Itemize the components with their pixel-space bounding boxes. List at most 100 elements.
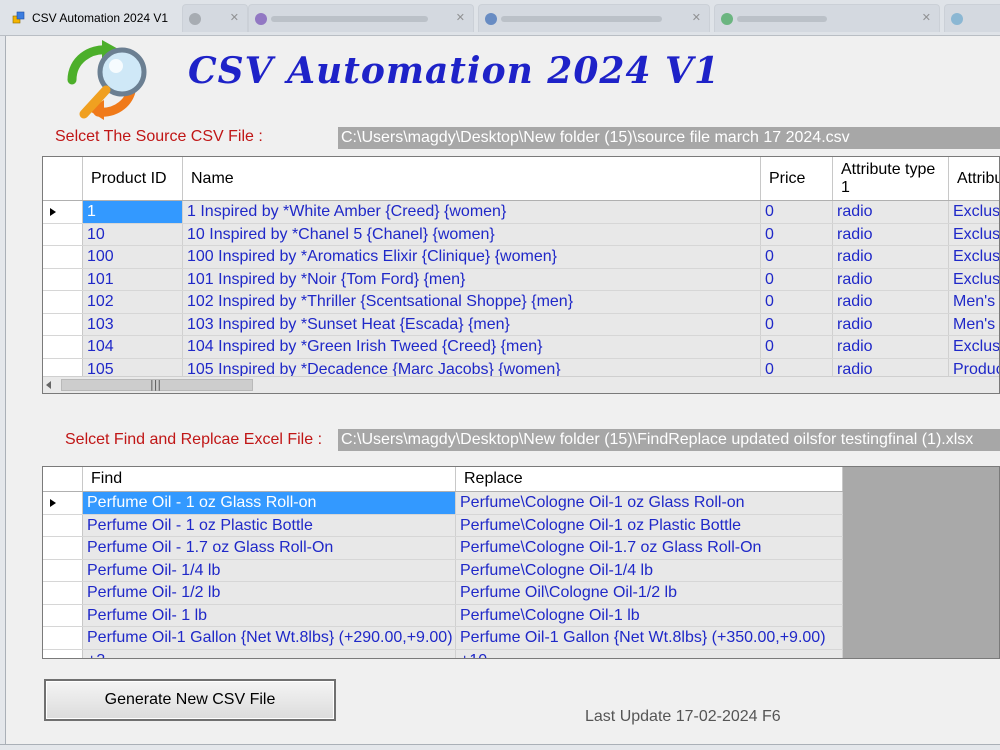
row-header[interactable] <box>43 492 83 514</box>
column-header-name[interactable]: Name <box>183 157 761 200</box>
cell-replace[interactable]: Perfume\Cologne Oil-1 oz Plastic Bottle <box>456 514 843 536</box>
cell-attribute-type-1[interactable]: radio <box>833 291 949 313</box>
cell-price[interactable]: 0 <box>761 313 833 335</box>
cell-name[interactable]: 1 Inspired by *White Amber {Creed} {wome… <box>183 201 761 223</box>
cell-product-id[interactable]: 101 <box>83 268 183 290</box>
findreplace-path-field[interactable]: C:\Users\magdy\Desktop\New folder (15)\F… <box>338 429 1000 451</box>
findreplace-grid[interactable]: Find Replace Perfume Oil - 1 oz Glass Ro… <box>42 466 1000 659</box>
cell-attribute-type-1[interactable]: radio <box>833 201 949 223</box>
cell-attribute[interactable]: Exclus <box>949 246 999 268</box>
cell-price[interactable]: 0 <box>761 201 833 223</box>
table-row[interactable]: Perfume Oil - 1.7 oz Glass Roll-On Perfum… <box>43 537 843 560</box>
cell-replace[interactable]: Perfume Oil\Cologne Oil-1/2 lb <box>456 582 843 604</box>
table-row[interactable]: 101 101 Inspired by *Noir {Tom Ford} {men… <box>43 268 999 291</box>
cell-name[interactable]: 102 Inspired by *Thriller {Scentsational… <box>183 291 761 313</box>
table-row[interactable]: 104 104 Inspired by *Green Irish Tweed {C… <box>43 336 999 359</box>
row-header[interactable] <box>43 627 83 649</box>
cell-name[interactable]: 100 Inspired by *Aromatics Elixir {Clini… <box>183 246 761 268</box>
table-row[interactable]: 11 Inspired by *White Amber {Creed} {wom… <box>43 201 999 224</box>
cell-product-id[interactable]: 10 <box>83 223 183 245</box>
cell-replace[interactable]: Perfume\Cologne Oil-1.7 oz Glass Roll-On <box>456 537 843 559</box>
table-row[interactable]: Perfume Oil- 1/4 lb Perfume\Cologne Oil-1… <box>43 559 843 582</box>
source-horizontal-scrollbar[interactable]: ||| <box>43 376 999 393</box>
cell-name[interactable]: 103 Inspired by *Sunset Heat {Escada} {m… <box>183 313 761 335</box>
cell-attribute-type-1[interactable]: radio <box>833 268 949 290</box>
table-row[interactable]: 102 102 Inspired by *Thriller {Scentsatio… <box>43 291 999 314</box>
cell-find[interactable]: Perfume Oil- 1/4 lb <box>83 559 456 581</box>
cell-find[interactable]: Perfume Oil - 1 oz Glass Roll-on <box>83 492 456 514</box>
cell-attribute[interactable]: Exclus <box>949 201 999 223</box>
cell-attribute[interactable]: Exclus <box>949 336 999 358</box>
title-bar[interactable]: CSV Automation 2024 V1 ✕ ✕ ✕ ✕ <box>0 0 1000 36</box>
cell-product-id[interactable]: 1 <box>83 201 183 223</box>
scroll-left-icon[interactable] <box>46 381 51 389</box>
cell-price[interactable]: 0 <box>761 268 833 290</box>
cell-replace[interactable]: +10 <box>456 649 843 658</box>
row-header[interactable] <box>43 223 83 245</box>
table-row[interactable]: 103 103 Inspired by *Sunset Heat {Escada}… <box>43 313 999 336</box>
cell-attribute-type-1[interactable]: radio <box>833 246 949 268</box>
table-row[interactable]: 100 100 Inspired by *Aromatics Elixir {Cl… <box>43 246 999 269</box>
cell-find[interactable]: Perfume Oil- 1/2 lb <box>83 582 456 604</box>
cell-price[interactable]: 0 <box>761 246 833 268</box>
column-header-attribute-type-1[interactable]: Attribute type 1 <box>833 157 949 200</box>
generate-csv-button[interactable]: Generate New CSV File <box>44 679 336 721</box>
row-header[interactable] <box>43 246 83 268</box>
cell-replace[interactable]: Perfume\Cologne Oil-1 oz Glass Roll-on <box>456 492 843 514</box>
table-row[interactable]: Perfume Oil-1 Gallon {Net Wt.8lbs} (+290… <box>43 627 843 650</box>
cell-find[interactable]: +3 <box>83 649 456 658</box>
column-header-replace[interactable]: Replace <box>456 467 843 491</box>
cell-product-id[interactable]: 103 <box>83 313 183 335</box>
app-title: CSV Automation 2024 V1 <box>188 50 721 92</box>
cell-replace[interactable]: Perfume Oil-1 Gallon {Net Wt.8lbs} (+350… <box>456 627 843 649</box>
cell-attribute[interactable]: Exclus <box>949 269 999 291</box>
table-row[interactable]: +3+10 <box>43 649 843 658</box>
row-header[interactable] <box>43 291 83 313</box>
cell-product-id[interactable]: 104 <box>83 336 183 358</box>
row-header[interactable] <box>43 336 83 358</box>
cell-attribute[interactable]: Men's <box>949 314 999 336</box>
row-header[interactable] <box>43 313 83 335</box>
table-row[interactable]: Perfume Oil - 1 oz Plastic Bottle Perfume… <box>43 514 843 537</box>
source-path-field[interactable]: C:\Users\magdy\Desktop\New folder (15)\s… <box>338 127 1000 149</box>
background-tab: ✕ <box>714 4 940 32</box>
cell-product-id[interactable]: 100 <box>83 246 183 268</box>
cell-attribute-type-1[interactable]: radio <box>833 336 949 358</box>
cell-attribute-type-1[interactable]: radio <box>833 223 949 245</box>
column-header-attribute[interactable]: Attribu <box>949 157 999 200</box>
cell-attribute[interactable]: Men's <box>949 291 999 313</box>
cell-name[interactable]: 104 Inspired by *Green Irish Tweed {Cree… <box>183 336 761 358</box>
cell-product-id[interactable]: 102 <box>83 291 183 313</box>
cell-name[interactable]: 101 Inspired by *Noir {Tom Ford} {men} <box>183 268 761 290</box>
cell-find[interactable]: Perfume Oil - 1 oz Plastic Bottle <box>83 514 456 536</box>
cell-attribute[interactable]: Exclus <box>949 224 999 246</box>
cell-price[interactable]: 0 <box>761 336 833 358</box>
row-header[interactable] <box>43 604 83 626</box>
source-grid[interactable]: Product ID Name Price Attribute type 1 A… <box>42 156 1000 394</box>
table-row[interactable]: Perfume Oil- 1 lb Perfume\Cologne Oil-1 l… <box>43 604 843 627</box>
column-header-find[interactable]: Find <box>83 467 456 491</box>
column-header-product-id[interactable]: Product ID <box>83 157 183 200</box>
table-row[interactable]: Perfume Oil- 1/2 lb Perfume Oil\Cologne O… <box>43 582 843 605</box>
cell-find[interactable]: Perfume Oil - 1.7 oz Glass Roll-On <box>83 537 456 559</box>
row-header[interactable] <box>43 559 83 581</box>
cell-replace[interactable]: Perfume\Cologne Oil-1 lb <box>456 604 843 626</box>
row-header[interactable] <box>43 537 83 559</box>
cell-replace[interactable]: Perfume\Cologne Oil-1/4 lb <box>456 559 843 581</box>
cell-price[interactable]: 0 <box>761 291 833 313</box>
findreplace-file-label: Selcet Find and Replcae Excel File : <box>65 431 323 448</box>
cell-find[interactable]: Perfume Oil- 1 lb <box>83 604 456 626</box>
cell-attribute-type-1[interactable]: radio <box>833 313 949 335</box>
cell-find[interactable]: Perfume Oil-1 Gallon {Net Wt.8lbs} (+290… <box>83 627 456 649</box>
scrollbar-thumb[interactable]: ||| <box>61 378 253 391</box>
column-header-price[interactable]: Price <box>761 157 833 200</box>
row-header[interactable] <box>43 582 83 604</box>
cell-name[interactable]: 10 Inspired by *Chanel 5 {Chanel} {women… <box>183 223 761 245</box>
row-header[interactable] <box>43 649 83 658</box>
cell-price[interactable]: 0 <box>761 223 833 245</box>
row-header[interactable] <box>43 201 83 223</box>
row-header[interactable] <box>43 268 83 290</box>
row-header[interactable] <box>43 514 83 536</box>
table-row[interactable]: Perfume Oil - 1 oz Glass Roll-on Perfume\… <box>43 492 843 515</box>
table-row[interactable]: 10 10 Inspired by *Chanel 5 {Chanel} {wom… <box>43 223 999 246</box>
